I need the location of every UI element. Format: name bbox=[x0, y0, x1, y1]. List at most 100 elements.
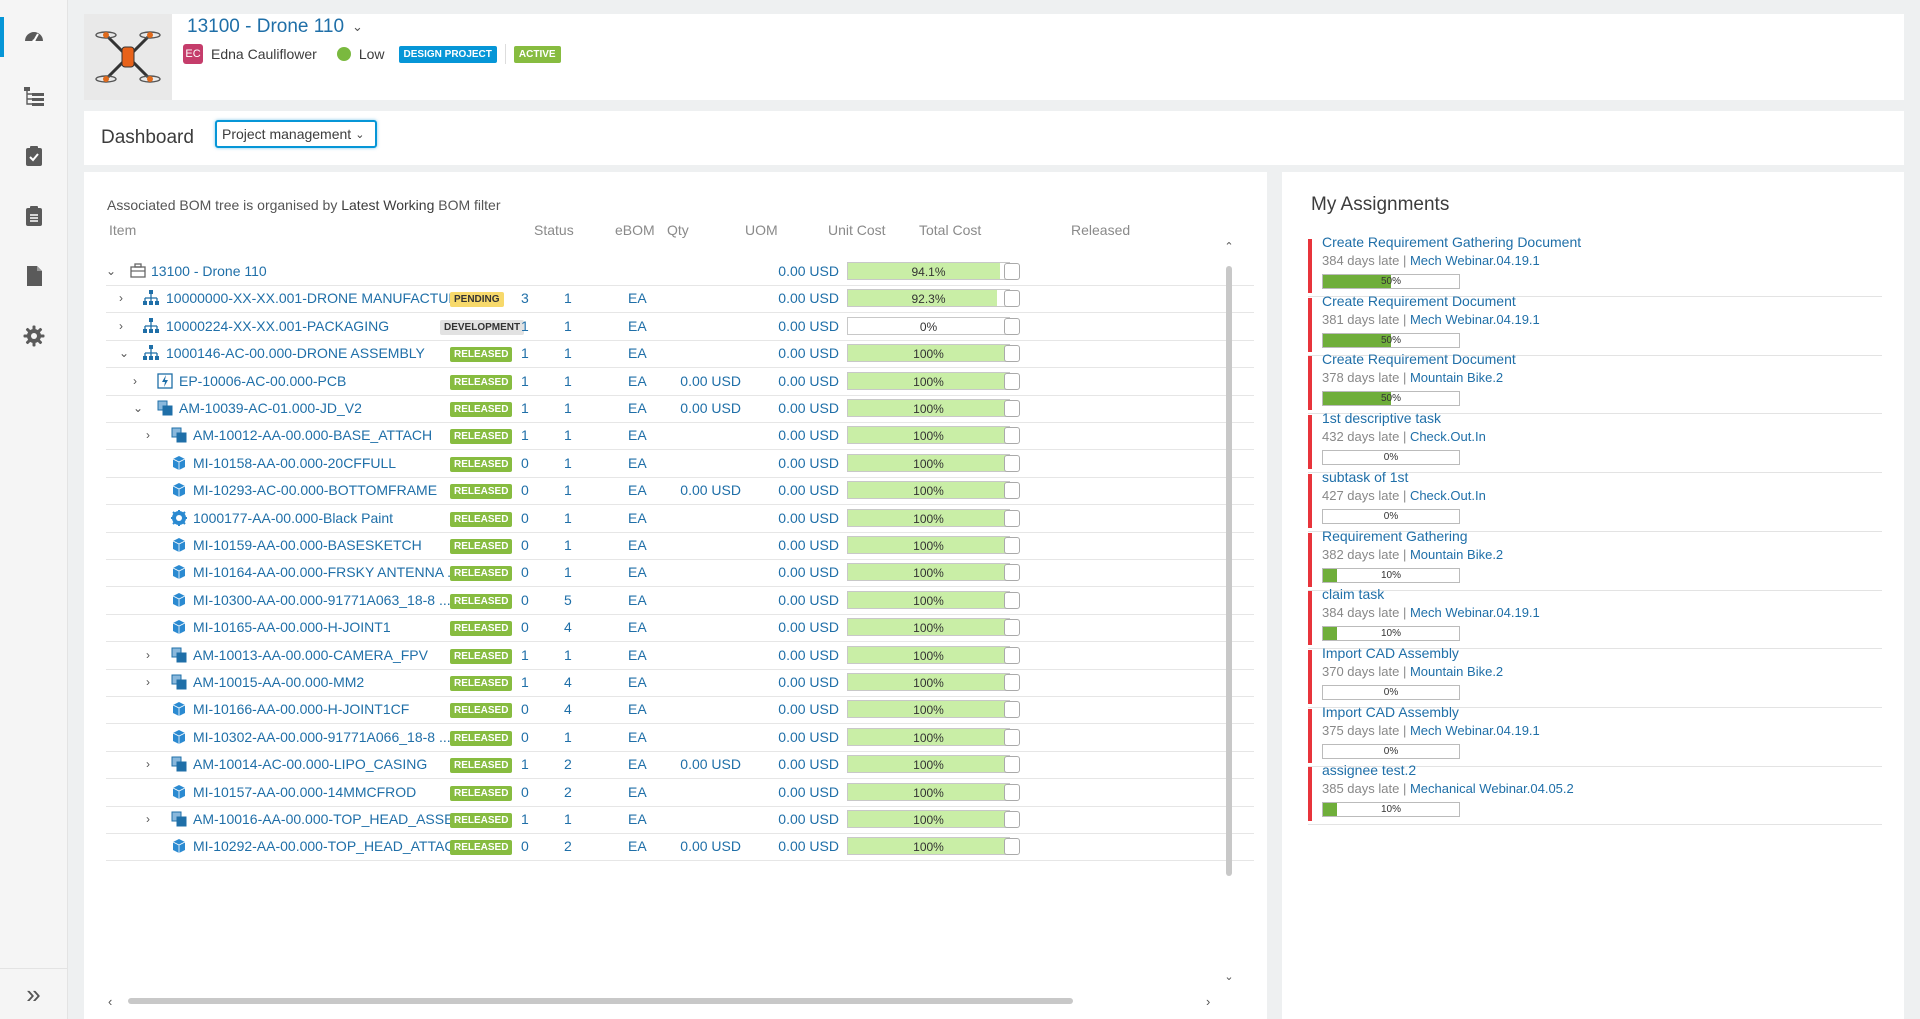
col-header-qty[interactable]: Qty bbox=[667, 222, 689, 242]
col-header-item[interactable]: Item bbox=[109, 222, 136, 242]
expand-nav-button[interactable]: » bbox=[0, 968, 67, 1019]
bom-item-link[interactable]: 1000177-AA-00.000-Black Paint bbox=[193, 510, 393, 526]
bom-item-link[interactable]: MI-10300-AA-00.000-91771A063_18-8 ... bbox=[193, 592, 451, 608]
collapse-toggle-icon[interactable]: ⌄ bbox=[106, 264, 116, 278]
task-workspace-link[interactable]: Mech Webinar.04.19.1 bbox=[1410, 312, 1540, 327]
expand-toggle-icon[interactable]: › bbox=[146, 757, 150, 771]
assignment-item[interactable]: assignee test.2 385 days late | Mechanica… bbox=[1308, 762, 1882, 826]
task-workspace-link[interactable]: Mountain Bike.2 bbox=[1410, 547, 1503, 562]
task-name-link[interactable]: Create Requirement Document bbox=[1322, 351, 1516, 367]
nav-documents[interactable] bbox=[0, 256, 67, 296]
expand-toggle-icon[interactable]: › bbox=[146, 812, 150, 826]
col-header-ebom[interactable]: eBOM bbox=[615, 222, 655, 242]
nav-tasks[interactable] bbox=[0, 136, 67, 176]
task-name-link[interactable]: Import CAD Assembly bbox=[1322, 645, 1459, 661]
bom-item-link[interactable]: 1000146-AC-00.000-DRONE ASSEMBLY bbox=[166, 345, 425, 361]
bom-row[interactable]: MI-10300-AA-00.000-91771A063_18-8 ... REL… bbox=[106, 587, 1254, 615]
task-workspace-link[interactable]: Check.Out.In bbox=[1410, 429, 1486, 444]
assignment-item[interactable]: 1st descriptive task 432 days late | Chec… bbox=[1308, 410, 1882, 474]
expand-toggle-icon[interactable]: › bbox=[146, 648, 150, 662]
task-name-link[interactable]: claim task bbox=[1322, 586, 1384, 602]
col-header-total-cost[interactable]: Total Cost bbox=[919, 222, 981, 242]
bom-item-link[interactable]: MI-10158-AA-00.000-20CFFULL bbox=[193, 455, 396, 471]
bom-row[interactable]: MI-10164-AA-00.000-FRSKY ANTENNA ... RELE… bbox=[106, 559, 1254, 588]
row-checkbox[interactable] bbox=[1004, 783, 1020, 801]
row-checkbox[interactable] bbox=[1004, 427, 1020, 445]
bom-row[interactable]: › AM-10014-AC-00.000-LIPO_CASING RELEASED 1… bbox=[106, 751, 1254, 780]
bom-item-link[interactable]: AM-10016-AA-00.000-TOP_HEAD_ASSE... bbox=[193, 811, 465, 827]
bom-item-link[interactable]: AM-10012-AA-00.000-BASE_ATTACH bbox=[193, 427, 432, 443]
col-header-status[interactable]: Status bbox=[534, 222, 574, 242]
row-checkbox[interactable] bbox=[1004, 591, 1020, 609]
col-header-unit-cost[interactable]: Unit Cost bbox=[828, 222, 886, 242]
bom-row[interactable]: › AM-10013-AA-00.000-CAMERA_FPV RELEASED 1 1… bbox=[106, 642, 1254, 670]
bom-row[interactable]: MI-10293-AC-00.000-BOTTOMFRAME RELEASED 0 1… bbox=[106, 477, 1254, 506]
task-name-link[interactable]: Create Requirement Gathering Document bbox=[1322, 234, 1581, 250]
bom-row[interactable]: ⌄ AM-10039-AC-01.000-JD_V2 RELEASED 1 1 EA 0.0… bbox=[106, 395, 1254, 423]
task-workspace-link[interactable]: Mountain Bike.2 bbox=[1410, 370, 1503, 385]
bom-item-link[interactable]: MI-10292-AA-00.000-TOP_HEAD_ATTACH bbox=[193, 838, 465, 854]
bom-row[interactable]: MI-10158-AA-00.000-20CFFULL RELEASED 0 1 EA 0… bbox=[106, 450, 1254, 478]
bom-row[interactable]: MI-10166-AA-00.000-H-JOINT1CF RELEASED 0 4 E… bbox=[106, 696, 1254, 725]
col-header-uom[interactable]: UOM bbox=[745, 222, 778, 242]
task-name-link[interactable]: Import CAD Assembly bbox=[1322, 704, 1459, 720]
bom-row[interactable]: › AM-10015-AA-00.000-MM2 RELEASED 1 4 EA 0.00 … bbox=[106, 669, 1254, 697]
row-checkbox[interactable] bbox=[1004, 564, 1020, 582]
bom-item-link[interactable]: AM-10013-AA-00.000-CAMERA_FPV bbox=[193, 647, 428, 663]
bom-row[interactable]: ⌄ 1000146-AC-00.000-DRONE ASSEMBLY RELEASE… bbox=[106, 340, 1254, 369]
expand-toggle-icon[interactable]: › bbox=[133, 374, 137, 388]
bom-row[interactable]: › AM-10012-AA-00.000-BASE_ATTACH RELEASED 1… bbox=[106, 422, 1254, 451]
row-checkbox[interactable] bbox=[1004, 646, 1020, 664]
nav-items[interactable] bbox=[0, 196, 67, 236]
task-workspace-link[interactable]: Mechanical Webinar.04.05.2 bbox=[1410, 781, 1574, 796]
row-checkbox[interactable] bbox=[1004, 372, 1020, 390]
assignment-item[interactable]: subtask of 1st 427 days late | Check.Out.… bbox=[1308, 469, 1882, 532]
row-checkbox[interactable] bbox=[1004, 454, 1020, 472]
bom-row[interactable]: › EP-10006-AC-00.000-PCB RELEASED 1 1 EA 0.00 … bbox=[106, 368, 1254, 396]
row-checkbox[interactable] bbox=[1004, 674, 1020, 691]
row-checkbox[interactable] bbox=[1004, 482, 1020, 500]
bom-row[interactable]: MI-10159-AA-00.000-BASESKETCH RELEASED 0 1 E… bbox=[106, 532, 1254, 560]
horizontal-scrollbar[interactable]: ‹ › bbox=[108, 994, 1223, 1009]
row-checkbox[interactable] bbox=[1004, 811, 1020, 828]
row-checkbox[interactable] bbox=[1004, 537, 1020, 554]
task-workspace-link[interactable]: Mountain Bike.2 bbox=[1410, 664, 1503, 679]
task-name-link[interactable]: Create Requirement Document bbox=[1322, 293, 1516, 309]
assignment-item[interactable]: Create Requirement Gathering Document 384… bbox=[1308, 234, 1882, 297]
row-checkbox[interactable] bbox=[1004, 728, 1020, 746]
assignment-item[interactable]: Requirement Gathering 382 days late | Mou… bbox=[1308, 528, 1882, 591]
row-checkbox[interactable] bbox=[1004, 345, 1020, 363]
bom-item-link[interactable]: 13100 - Drone 110 bbox=[151, 263, 267, 279]
bom-item-link[interactable]: MI-10159-AA-00.000-BASESKETCH bbox=[193, 537, 422, 553]
scroll-right-icon[interactable]: › bbox=[1206, 994, 1210, 1009]
bom-row[interactable]: MI-10302-AA-00.000-91771A066_18-8 ... REL… bbox=[106, 724, 1254, 752]
bom-item-link[interactable]: MI-10165-AA-00.000-H-JOINT1 bbox=[193, 619, 391, 635]
bom-row[interactable]: › AM-10016-AA-00.000-TOP_HEAD_ASSE... RELE… bbox=[106, 806, 1254, 834]
assignment-item[interactable]: claim task 384 days late | Mech Webinar.0… bbox=[1308, 586, 1882, 650]
expand-toggle-icon[interactable]: › bbox=[119, 319, 123, 333]
row-checkbox[interactable] bbox=[1004, 317, 1020, 335]
row-checkbox[interactable] bbox=[1004, 509, 1020, 527]
nav-dashboard[interactable] bbox=[0, 17, 67, 57]
expand-toggle-icon[interactable]: › bbox=[146, 428, 150, 442]
expand-toggle-icon[interactable]: › bbox=[146, 675, 150, 689]
bom-item-link[interactable]: MI-10166-AA-00.000-H-JOINT1CF bbox=[193, 701, 409, 717]
bom-row[interactable]: › 10000000-XX-XX.001-DRONE MANUFACTUR... P… bbox=[106, 285, 1254, 314]
scroll-down-icon[interactable]: ⌄ bbox=[1223, 970, 1235, 983]
bom-row[interactable]: MI-10157-AA-00.000-14MMCFROD RELEASED 0 2 EA… bbox=[106, 779, 1254, 807]
bom-row[interactable]: ⌄ 13100 - Drone 110 0.00 USD 94.1% bbox=[106, 258, 1254, 286]
bom-row[interactable]: MI-10165-AA-00.000-H-JOINT1 RELEASED 0 4 EA 0… bbox=[106, 614, 1254, 643]
bom-item-link[interactable]: MI-10302-AA-00.000-91771A066_18-8 ... bbox=[193, 729, 451, 745]
task-name-link[interactable]: subtask of 1st bbox=[1322, 469, 1408, 485]
collapse-toggle-icon[interactable]: ⌄ bbox=[119, 346, 129, 360]
row-checkbox[interactable] bbox=[1004, 838, 1020, 856]
bom-item-link[interactable]: 10000224-XX-XX.001-PACKAGING bbox=[166, 318, 389, 334]
bom-row[interactable]: › 10000224-XX-XX.001-PACKAGING DEVELOPMENT… bbox=[106, 313, 1254, 341]
assignment-item[interactable]: Import CAD Assembly 375 days late | Mech … bbox=[1308, 704, 1882, 767]
assignment-item[interactable]: Create Requirement Document 381 days late… bbox=[1308, 293, 1882, 356]
vertical-scrollbar[interactable]: ⌃ ⌄ bbox=[1223, 240, 1235, 985]
row-checkbox[interactable] bbox=[1004, 290, 1020, 308]
bom-item-link[interactable]: 10000000-XX-XX.001-DRONE MANUFACTUR... bbox=[166, 290, 470, 306]
scroll-left-icon[interactable]: ‹ bbox=[108, 994, 112, 1009]
expand-toggle-icon[interactable]: › bbox=[119, 291, 123, 305]
